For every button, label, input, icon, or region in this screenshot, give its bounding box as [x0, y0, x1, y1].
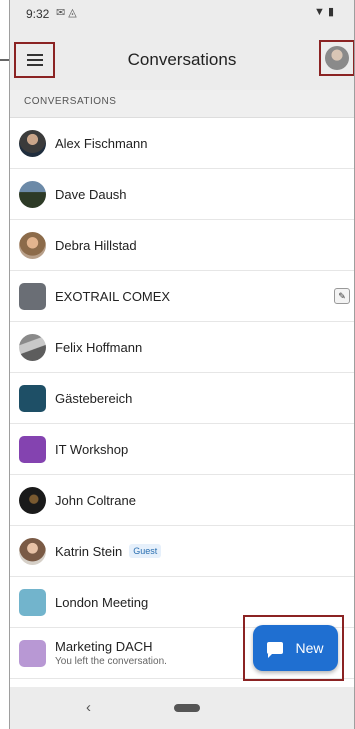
- conversation-name: Katrin Stein: [55, 543, 123, 559]
- conversation-subtitle: You left the conversation.: [55, 656, 167, 667]
- chat-icon: [267, 642, 284, 658]
- list-item[interactable]: EXOTRAIL COMEX ✎: [10, 271, 354, 322]
- list-item[interactable]: IT Workshop: [10, 424, 354, 475]
- avatar: [19, 588, 46, 616]
- avatar: [19, 333, 46, 361]
- guest-badge: Guest: [129, 544, 162, 558]
- status-bar: 9:32 ✉◬ ▼ ▮: [10, 0, 354, 28]
- avatar: [19, 384, 46, 412]
- new-conversation-button[interactable]: New: [253, 625, 338, 671]
- list-item[interactable]: Katrin Stein Guest: [10, 526, 354, 577]
- conversation-name: London Meeting: [55, 594, 149, 610]
- pointer-line: [0, 59, 9, 61]
- profile-avatar: [325, 46, 349, 70]
- list-item[interactable]: Alex Fischmann: [10, 118, 354, 169]
- avatar: [19, 435, 46, 463]
- conversation-name: Marketing DACH: [55, 639, 153, 654]
- avatar: [19, 639, 46, 667]
- avatar: [19, 537, 46, 565]
- avatar: [19, 282, 46, 310]
- back-icon[interactable]: ‹: [86, 699, 91, 716]
- page-title: Conversations: [127, 50, 237, 69]
- list-item[interactable]: Felix Hoffmann: [10, 322, 354, 373]
- conversation-name: Felix Hoffmann: [55, 339, 143, 355]
- status-time: 9:32: [26, 7, 50, 21]
- system-icons: ▼ ▮: [314, 5, 334, 18]
- new-conversation-highlight: New: [243, 615, 344, 681]
- conversation-name: IT Workshop: [55, 441, 129, 457]
- wifi-icon: ▼: [313, 6, 325, 18]
- list-item[interactable]: John Coltrane: [10, 475, 354, 526]
- conversation-list: Alex Fischmann Dave Daush Debra Hillstad…: [10, 118, 354, 679]
- avatar: [19, 180, 46, 208]
- conversation-name: Debra Hillstad: [55, 237, 137, 253]
- new-button-label: New: [295, 640, 324, 656]
- conversation-name: EXOTRAIL COMEX: [55, 288, 171, 304]
- home-handle[interactable]: [174, 704, 200, 712]
- battery-icon: ▮: [327, 6, 334, 18]
- avatar: [19, 486, 46, 514]
- muted-icon: ✎: [334, 288, 350, 304]
- conversation-name: Dave Daush: [55, 186, 127, 202]
- list-item[interactable]: Debra Hillstad: [10, 220, 354, 271]
- conversation-name: John Coltrane: [55, 492, 136, 508]
- sync-icon: ◬: [68, 7, 80, 19]
- navigation-bar: ‹: [10, 687, 354, 729]
- avatar: [19, 129, 46, 157]
- profile-button[interactable]: [319, 40, 354, 76]
- notification-icons: ✉◬: [56, 6, 80, 19]
- conversation-name: Gästebereich: [55, 390, 133, 406]
- list-item[interactable]: Dave Daush: [10, 169, 354, 220]
- mail-icon: ✉: [56, 7, 69, 19]
- conversation-name: Alex Fischmann: [55, 135, 148, 151]
- conversation-text: Marketing DACH You left the conversation…: [55, 639, 167, 667]
- list-item[interactable]: Gästebereich: [10, 373, 354, 424]
- avatar: [19, 231, 46, 259]
- section-header: CONVERSATIONS: [10, 90, 354, 118]
